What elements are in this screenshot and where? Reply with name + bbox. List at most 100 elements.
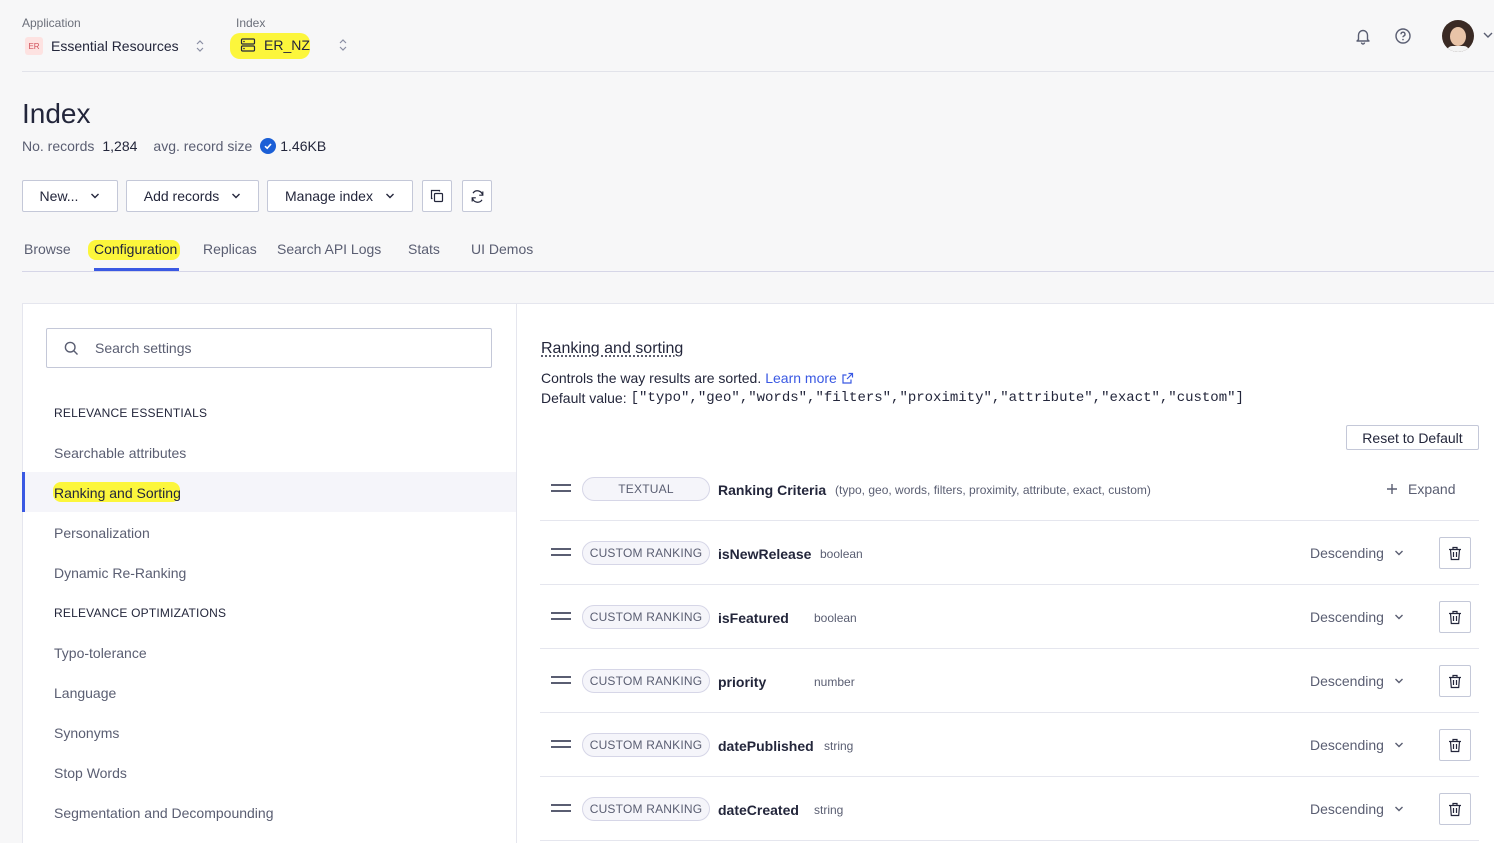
delete-button[interactable] <box>1439 729 1471 761</box>
learn-more-link[interactable]: Learn more <box>765 370 837 386</box>
sidebar-item-synonyms[interactable]: Synonyms <box>54 725 119 741</box>
delete-button[interactable] <box>1439 793 1471 825</box>
sidebar-item-segmentation[interactable]: Segmentation and Decompounding <box>54 805 274 821</box>
drag-handle-icon[interactable] <box>551 740 571 750</box>
chevron-down-icon <box>1394 678 1403 684</box>
custom-ranking-pill: CUSTOM RANKING <box>582 669 710 693</box>
attribute-name: datePublished <box>718 738 814 754</box>
drag-handle-icon[interactable] <box>551 548 571 558</box>
expand-button[interactable]: Expand <box>1386 481 1455 497</box>
search-settings-input[interactable] <box>95 340 475 356</box>
order-select-value: Descending <box>1310 609 1384 625</box>
updown-chevron-icon <box>196 40 204 52</box>
copy-icon <box>430 189 444 203</box>
order-select[interactable]: Descending <box>1310 801 1404 817</box>
chevron-down-icon <box>1394 806 1403 812</box>
sidebar-divider <box>516 304 517 843</box>
attribute-name: isNewRelease <box>718 546 812 562</box>
order-select-value: Descending <box>1310 545 1384 561</box>
drag-handle-icon[interactable] <box>551 484 571 494</box>
sidebar-item-searchable-attributes[interactable]: Searchable attributes <box>54 445 186 461</box>
attribute-type: boolean <box>814 611 857 625</box>
section-title: Ranking and sorting <box>541 340 684 357</box>
delete-button[interactable] <box>1439 537 1471 569</box>
add-records-label: Add records <box>143 188 220 204</box>
settings-search[interactable] <box>46 328 492 368</box>
tab-ui-demos[interactable]: UI Demos <box>471 241 533 257</box>
expand-label: Expand <box>1408 481 1456 497</box>
delete-button[interactable] <box>1439 601 1471 633</box>
order-select[interactable]: Descending <box>1310 545 1404 561</box>
attribute-type: number <box>814 675 855 689</box>
records-label: No. records <box>22 138 95 154</box>
default-value: ["typo","geo","words","filters","proximi… <box>630 390 1244 406</box>
sidebar-section-relevance-optimizations: RELEVANCE OPTIMIZATIONS <box>54 606 227 620</box>
verified-check-icon <box>260 138 277 154</box>
application-selector[interactable]: ER Essential Resources <box>25 37 205 55</box>
bell-icon[interactable] <box>1354 27 1372 45</box>
default-value-line: Default value: ["typo","geo","words","fi… <box>541 390 1244 406</box>
chevron-down-icon <box>385 193 394 199</box>
drag-handle-icon[interactable] <box>551 612 571 622</box>
application-label: Application <box>22 16 81 30</box>
sidebar-item-dynamic-re-ranking[interactable]: Dynamic Re-Ranking <box>54 565 186 581</box>
size-value: 1.46KB <box>280 138 327 154</box>
sidebar-item-stop-words[interactable]: Stop Words <box>54 765 127 781</box>
tab-stats[interactable]: Stats <box>408 241 440 257</box>
application-name: Essential Resources <box>51 38 179 54</box>
tab-replicas[interactable]: Replicas <box>203 241 257 257</box>
sidebar-item-typo-tolerance[interactable]: Typo-tolerance <box>54 645 147 661</box>
chevron-down-icon <box>1394 742 1403 748</box>
sidebar-item-language[interactable]: Language <box>54 685 116 701</box>
sidebar-item-personalization[interactable]: Personalization <box>54 525 150 541</box>
plus-icon <box>1387 484 1397 494</box>
copy-button[interactable] <box>422 180 452 212</box>
ranking-row-custom: CUSTOM RANKING isNewRelease boolean Desc… <box>540 521 1479 585</box>
default-value-label: Default value: <box>541 390 627 406</box>
delete-button[interactable] <box>1439 665 1471 697</box>
refresh-icon <box>471 189 483 203</box>
attribute-name: isFeatured <box>718 610 789 626</box>
order-select[interactable]: Descending <box>1310 609 1404 625</box>
index-selector[interactable]: ER_NZ <box>240 37 348 53</box>
attribute-name: priority <box>718 674 767 690</box>
trash-icon <box>1449 674 1461 688</box>
sidebar-active-indicator <box>22 472 25 512</box>
manage-index-label: Manage index <box>285 188 373 204</box>
order-select[interactable]: Descending <box>1310 673 1404 689</box>
ranking-row-custom: CUSTOM RANKING dateCreated string Descen… <box>540 777 1479 841</box>
tab-search-api-logs[interactable]: Search API Logs <box>277 241 381 257</box>
refresh-button[interactable] <box>462 180 492 212</box>
custom-ranking-pill: CUSTOM RANKING <box>582 541 710 565</box>
tabs-divider <box>22 271 1494 272</box>
textual-pill: TEXTUAL <box>582 477 710 501</box>
trash-icon <box>1449 738 1461 752</box>
manage-index-button[interactable]: Manage index <box>267 180 413 212</box>
topbar-divider <box>22 71 1494 72</box>
order-select-value: Descending <box>1310 737 1384 753</box>
external-link-icon[interactable] <box>841 372 854 385</box>
sidebar-item-ranking-and-sorting[interactable]: Ranking and Sorting <box>54 485 181 501</box>
attribute-type: boolean <box>820 547 863 561</box>
user-avatar[interactable] <box>1442 20 1474 52</box>
active-tab-underline <box>94 268 179 271</box>
custom-ranking-pill: CUSTOM RANKING <box>582 733 710 757</box>
chevron-down-icon <box>1394 550 1403 556</box>
reset-to-default-button[interactable]: Reset to Default <box>1346 425 1479 450</box>
custom-ranking-pill: CUSTOM RANKING <box>582 605 710 629</box>
new-button-label: New... <box>39 188 79 204</box>
tab-configuration[interactable]: Configuration <box>94 241 177 257</box>
ranking-row-textual: TEXTUAL Ranking Criteria (typo, geo, wor… <box>540 457 1479 521</box>
drag-handle-icon[interactable] <box>551 676 571 686</box>
order-select[interactable]: Descending <box>1310 737 1404 753</box>
add-records-button[interactable]: Add records <box>126 180 259 212</box>
avatar-chevron-down-icon[interactable] <box>1482 30 1494 40</box>
drag-handle-icon[interactable] <box>551 804 571 814</box>
help-icon[interactable] <box>1394 27 1412 45</box>
ranking-criteria-detail: (typo, geo, words, filters, proximity, a… <box>835 483 1151 497</box>
tab-browse[interactable]: Browse <box>24 241 71 257</box>
new-button[interactable]: New... <box>22 180 118 212</box>
sidebar-section-relevance-essentials: RELEVANCE ESSENTIALS <box>54 406 208 420</box>
attribute-type: string <box>824 739 854 753</box>
attribute-name: dateCreated <box>718 802 799 818</box>
